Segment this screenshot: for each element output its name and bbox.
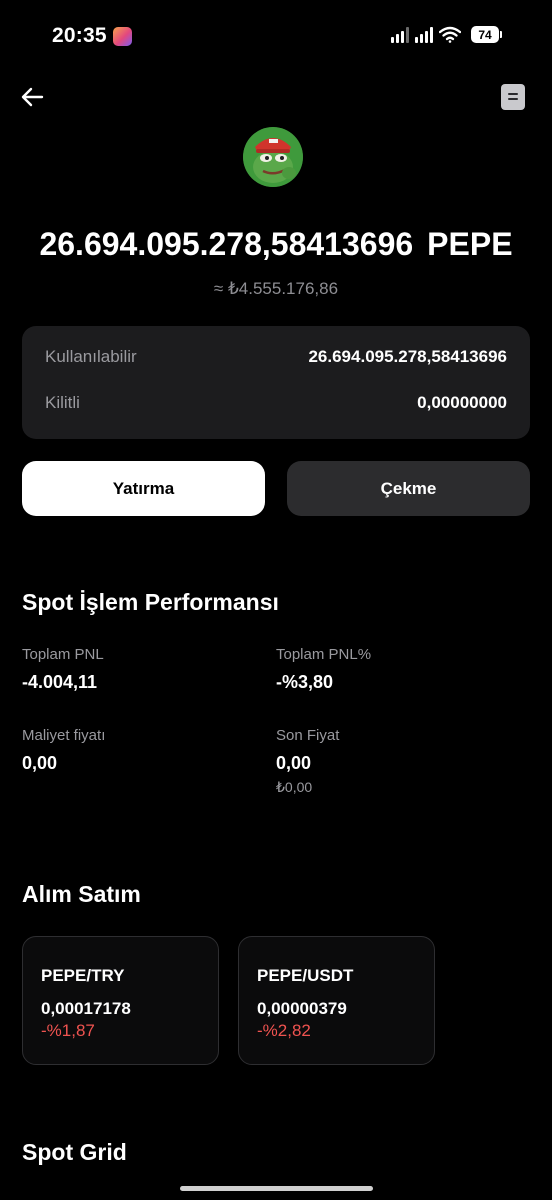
- pair-change: -%1,87: [41, 1021, 95, 1040]
- arrow-left-icon: [21, 87, 44, 107]
- available-value: 26.694.095.278,58413696: [308, 347, 507, 366]
- deposit-button[interactable]: Yatırma: [22, 461, 265, 516]
- withdraw-button[interactable]: Çekme: [287, 461, 530, 516]
- last-price-label: Son Fiyat: [276, 727, 340, 744]
- locked-label: Kilitli: [45, 393, 80, 412]
- pair-name: PEPE/USDT: [257, 966, 354, 985]
- coin-ticker: PEPE: [427, 226, 513, 262]
- signal-2-icon: [415, 26, 433, 43]
- battery-icon: 74: [471, 26, 502, 43]
- last-price-fiat: ₺0,00: [276, 779, 313, 795]
- wifi-icon: [439, 26, 461, 43]
- trading-title: Alım Satım: [22, 881, 141, 907]
- coin-amount: 26.694.095.278,58413696 PEPE: [0, 226, 552, 263]
- total-pnl-value: -4.004,11: [22, 672, 98, 692]
- performance-title: Spot İşlem Performansı: [22, 589, 279, 615]
- pair-name: PEPE/TRY: [41, 966, 125, 985]
- balance-card: Kullanılabilir 26.694.095.278,58413696 K…: [22, 326, 530, 439]
- history-button[interactable]: [501, 84, 525, 110]
- document-icon: [508, 93, 518, 95]
- last-price-value: 0,00: [276, 753, 312, 773]
- total-pnl-label: Toplam PNL: [22, 646, 104, 663]
- total-pnl-pct-value: -%3,80: [276, 672, 334, 692]
- total-pnl-pct-label: Toplam PNL%: [276, 646, 372, 663]
- locked-value: 0,00000000: [417, 393, 507, 412]
- back-button[interactable]: [18, 82, 48, 112]
- pair-price: 0,00000379: [257, 999, 347, 1018]
- pepe-coin-icon: [243, 127, 303, 187]
- pair-card-pepe-try[interactable]: PEPE/TRY 0,00017178 -%1,87: [22, 936, 219, 1065]
- cost-price-value: 0,00: [22, 753, 58, 773]
- signal-1-icon: [391, 26, 409, 43]
- pair-change: -%2,82: [257, 1021, 311, 1040]
- pair-price: 0,00017178: [41, 999, 131, 1018]
- cost-price-label: Maliyet fiyatı: [22, 727, 106, 744]
- status-time: 20:35: [52, 24, 107, 47]
- available-label: Kullanılabilir: [45, 347, 137, 366]
- status-indicators: 74: [391, 26, 502, 43]
- coin-amount-value: 26.694.095.278,58413696: [39, 226, 414, 262]
- spot-grid-title: Spot Grid: [22, 1139, 127, 1165]
- fiat-equivalent: ≈ ₺4.555.176,86: [213, 279, 339, 298]
- notification-app-icon: [113, 27, 132, 46]
- pair-card-pepe-usdt[interactable]: PEPE/USDT 0,00000379 -%2,82: [238, 936, 435, 1065]
- battery-level: 74: [471, 26, 499, 43]
- home-indicator[interactable]: [180, 1186, 373, 1191]
